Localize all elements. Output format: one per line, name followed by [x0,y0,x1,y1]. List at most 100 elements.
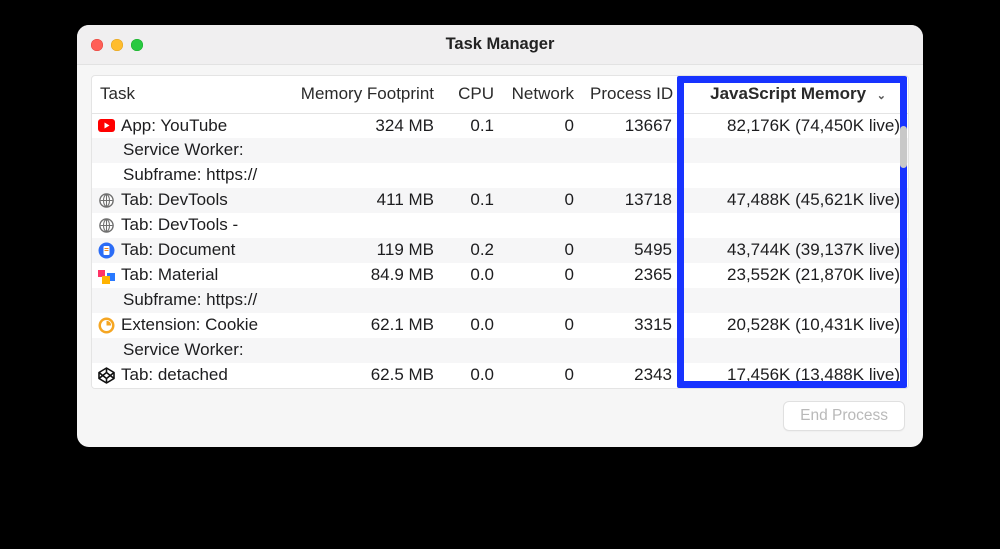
column-header-js-memory[interactable]: JavaScript Memory ⌄ [680,76,908,113]
cell-js-memory: 17,456K (13,488K live) [680,363,908,388]
cookie-icon [98,317,115,334]
cell-pid [582,288,680,313]
column-header-js-memory-label: JavaScript Memory [710,84,866,103]
cell-cpu: 0.0 [442,363,502,388]
task-label: App: YouTube [121,114,227,139]
cell-pid [582,213,680,238]
cell-memory: 62.5 MB [292,363,442,388]
end-process-button[interactable]: End Process [783,401,905,431]
cell-memory [292,338,442,363]
cell-memory [292,213,442,238]
cell-network: 0 [502,263,582,288]
table-row[interactable]: Tab: Document 119 MB0.20549543,744K (39,1… [92,238,908,263]
cell-network: 0 [502,363,582,388]
cell-pid: 3315 [582,313,680,338]
cell-memory [292,138,442,163]
cell-pid: 2365 [582,263,680,288]
cell-network [502,163,582,188]
cell-pid: 13667 [582,113,680,138]
cell-js-memory: 20,528K (10,431K live) [680,313,908,338]
column-header-memory[interactable]: Memory Footprint [292,76,442,113]
cell-memory: 84.9 MB [292,263,442,288]
column-header-pid[interactable]: Process ID [582,76,680,113]
cell-js-memory: 23,552K (21,870K live) [680,263,908,288]
cell-network [502,338,582,363]
table-row[interactable]: Service Worker: [92,338,908,363]
cell-network: 0 [502,238,582,263]
scrollbar-thumb[interactable] [900,126,907,168]
cell-cpu: 0.0 [442,313,502,338]
cell-pid: 13718 [582,188,680,213]
table-row[interactable]: Extension: Cookie 62.1 MB0.00331520,528K … [92,313,908,338]
table-row[interactable]: Service Worker: [92,138,908,163]
cell-network [502,138,582,163]
cell-memory: 411 MB [292,188,442,213]
cell-pid: 2343 [582,363,680,388]
table-row[interactable]: Subframe: https:// [92,288,908,313]
document-icon [98,242,115,259]
cell-memory: 119 MB [292,238,442,263]
cell-memory [292,163,442,188]
titlebar[interactable]: Task Manager [77,25,923,65]
task-label: Tab: DevTools - [121,213,238,238]
table-row[interactable]: Subframe: https:// [92,163,908,188]
youtube-icon [98,117,115,134]
task-label: Subframe: https:// [123,163,257,188]
table-row[interactable]: Tab: detached62.5 MB0.00234317,456K (13,… [92,363,908,388]
cell-js-memory: 47,488K (45,621K live) [680,188,908,213]
cell-js-memory [680,163,908,188]
task-label: Service Worker: [123,138,244,163]
cell-pid [582,163,680,188]
cell-cpu: 0.1 [442,113,502,138]
table-row[interactable]: Tab: DevTools - [92,213,908,238]
process-table-wrap: Task Memory Footprint CPU Network Proces… [91,75,909,389]
cell-cpu: 0.2 [442,238,502,263]
chevron-down-icon: ⌄ [877,89,886,105]
table-row[interactable]: Tab: Material 84.9 MB0.00236523,552K (21,… [92,263,908,288]
cell-network [502,288,582,313]
scrollbar[interactable] [900,111,907,387]
cell-js-memory: 82,176K (74,450K live) [680,113,908,138]
zoom-button[interactable] [131,39,143,51]
cell-pid [582,138,680,163]
cell-pid: 5495 [582,238,680,263]
cell-network: 0 [502,113,582,138]
task-label: Tab: Material [121,263,218,288]
cell-js-memory [680,338,908,363]
cell-js-memory [680,213,908,238]
globe-icon [98,192,115,209]
cell-js-memory: 43,744K (39,137K live) [680,238,908,263]
cell-js-memory [680,138,908,163]
table-row[interactable]: Tab: DevTools411 MB0.101371847,488K (45,… [92,188,908,213]
task-label: Tab: DevTools [121,188,228,213]
task-label: Tab: Document [121,238,235,263]
cell-cpu [442,338,502,363]
cell-memory: 62.1 MB [292,313,442,338]
column-header-task[interactable]: Task [92,76,292,113]
task-label: Extension: Cookie [121,313,258,338]
column-header-network[interactable]: Network [502,76,582,113]
task-label: Subframe: https:// [123,288,257,313]
cell-memory: 324 MB [292,113,442,138]
close-button[interactable] [91,39,103,51]
cell-cpu [442,138,502,163]
cell-cpu [442,163,502,188]
window-title: Task Manager [446,35,555,54]
column-header-cpu[interactable]: CPU [442,76,502,113]
minimize-button[interactable] [111,39,123,51]
material-icon [98,267,115,284]
cell-network: 0 [502,188,582,213]
traffic-lights [91,39,143,51]
cell-memory [292,288,442,313]
codepen-icon [98,367,115,384]
cell-network [502,213,582,238]
cell-js-memory [680,288,908,313]
globe-icon [98,217,115,234]
cell-cpu: 0.0 [442,263,502,288]
cell-cpu [442,288,502,313]
cell-cpu [442,213,502,238]
task-manager-window: Task Manager Task Memory Footprint CPU N… [77,25,923,447]
cell-network: 0 [502,313,582,338]
table-row[interactable]: App: YouTube 324 MB0.101366782,176K (74,4… [92,113,908,138]
cell-pid [582,338,680,363]
